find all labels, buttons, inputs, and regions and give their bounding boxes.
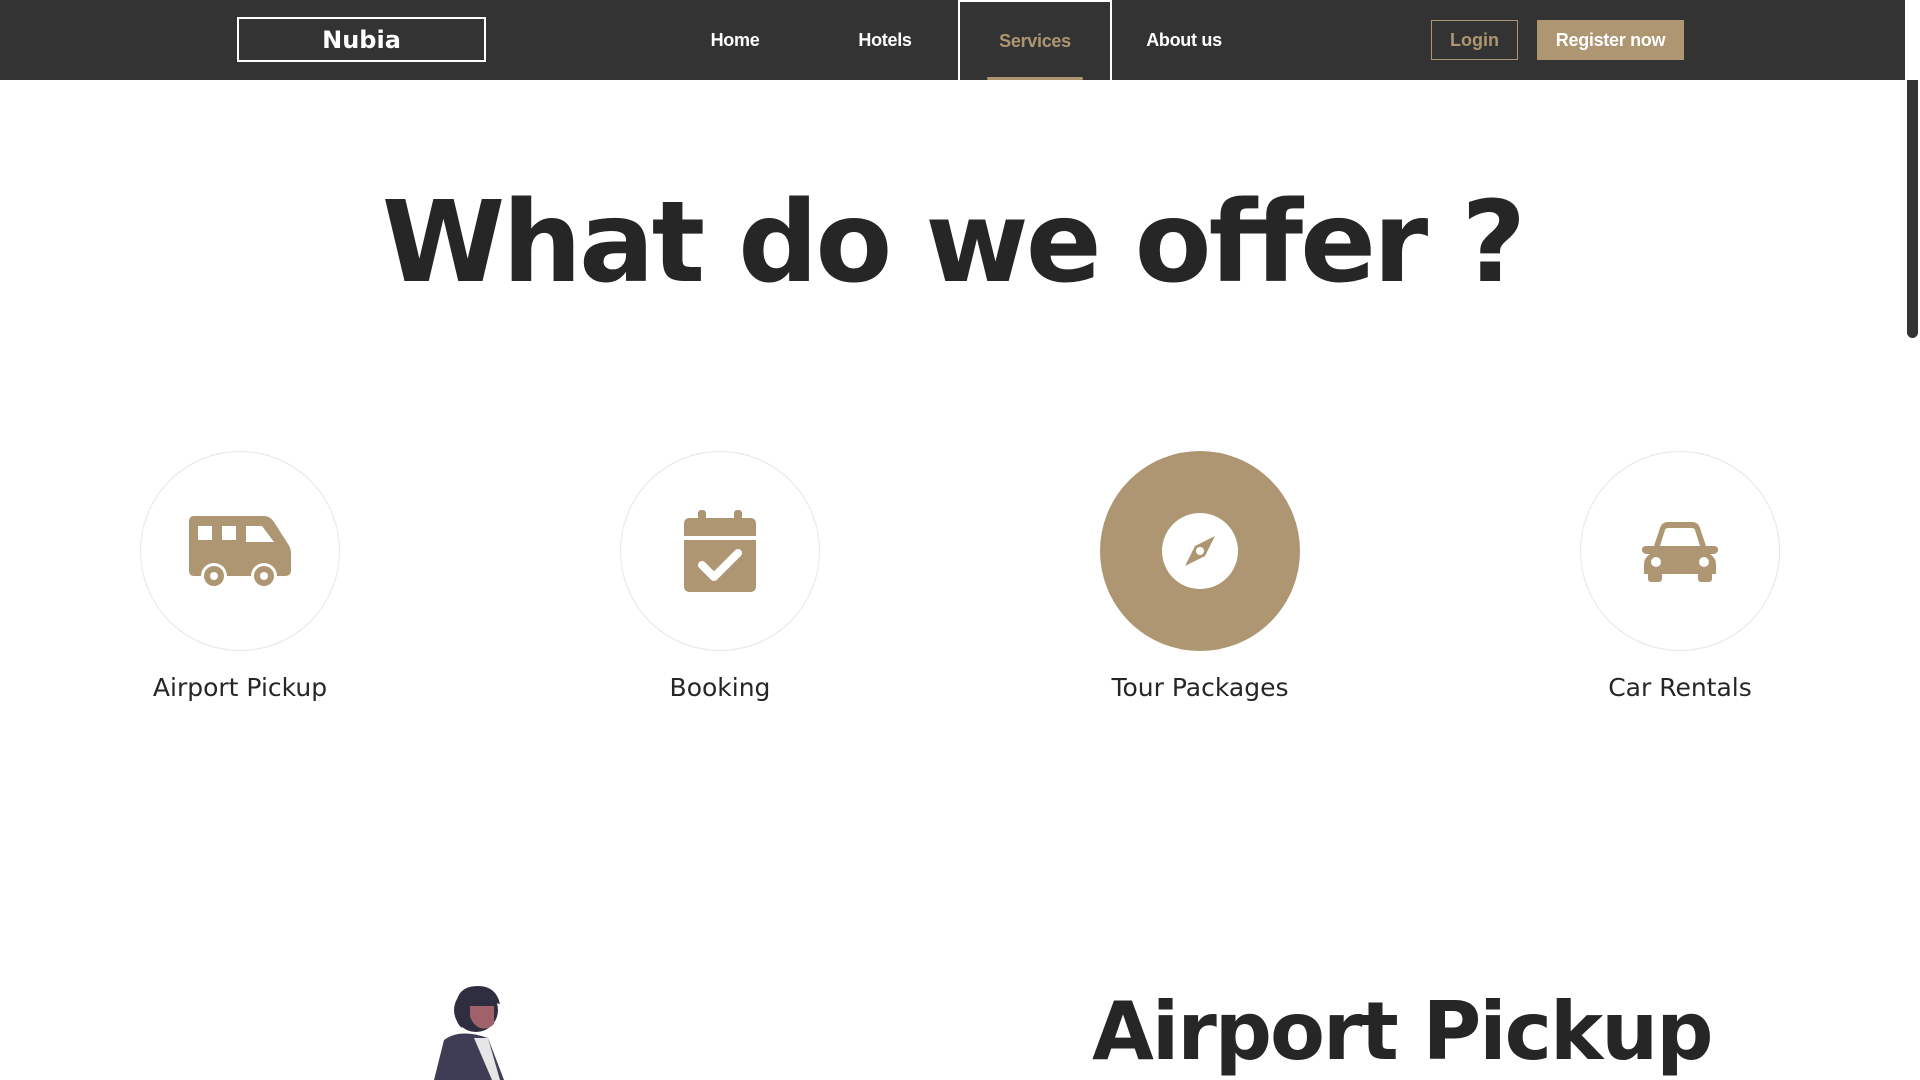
person-illustration bbox=[434, 986, 504, 1080]
service-car-rentals[interactable]: Car Rentals bbox=[1580, 451, 1780, 702]
nav-link-home[interactable]: Home bbox=[690, 0, 780, 80]
car-icon bbox=[1642, 522, 1718, 582]
nav-link-services[interactable]: Services bbox=[958, 0, 1112, 80]
service-tour-packages[interactable]: Tour Packages bbox=[1100, 451, 1300, 702]
page-title: What do we offer ? bbox=[381, 178, 1526, 308]
brand-logo[interactable]: Nubia bbox=[237, 17, 486, 62]
service-label: Tour Packages bbox=[1111, 673, 1289, 702]
register-now-button[interactable]: Register now bbox=[1537, 20, 1684, 60]
nav-link-about-us[interactable]: About us bbox=[1136, 0, 1232, 80]
compass-icon bbox=[1162, 513, 1238, 589]
login-button[interactable]: Login bbox=[1431, 20, 1518, 60]
navbar: Nubia Home Hotels Services About us Logi… bbox=[0, 0, 1905, 80]
nav-link-services-label: Services bbox=[999, 30, 1071, 51]
service-airport-pickup[interactable]: Airport Pickup bbox=[140, 451, 340, 702]
service-booking[interactable]: Booking bbox=[620, 451, 820, 702]
nav-link-hotels[interactable]: Hotels bbox=[840, 0, 930, 80]
scrollbar-thumb[interactable] bbox=[1907, 80, 1918, 338]
calendar-check-icon bbox=[684, 510, 756, 592]
service-label: Booking bbox=[669, 673, 771, 702]
service-label: Car Rentals bbox=[1608, 673, 1752, 702]
service-circle[interactable] bbox=[1580, 451, 1780, 651]
service-circle[interactable] bbox=[140, 451, 340, 651]
shuttle-van-icon bbox=[189, 516, 291, 588]
active-nav-indicator bbox=[987, 77, 1083, 80]
section-heading-airport-pickup: Airport Pickup bbox=[1092, 985, 1713, 1078]
service-circle[interactable] bbox=[620, 451, 820, 651]
service-label: Airport Pickup bbox=[152, 673, 328, 702]
service-circle[interactable] bbox=[1100, 451, 1300, 651]
